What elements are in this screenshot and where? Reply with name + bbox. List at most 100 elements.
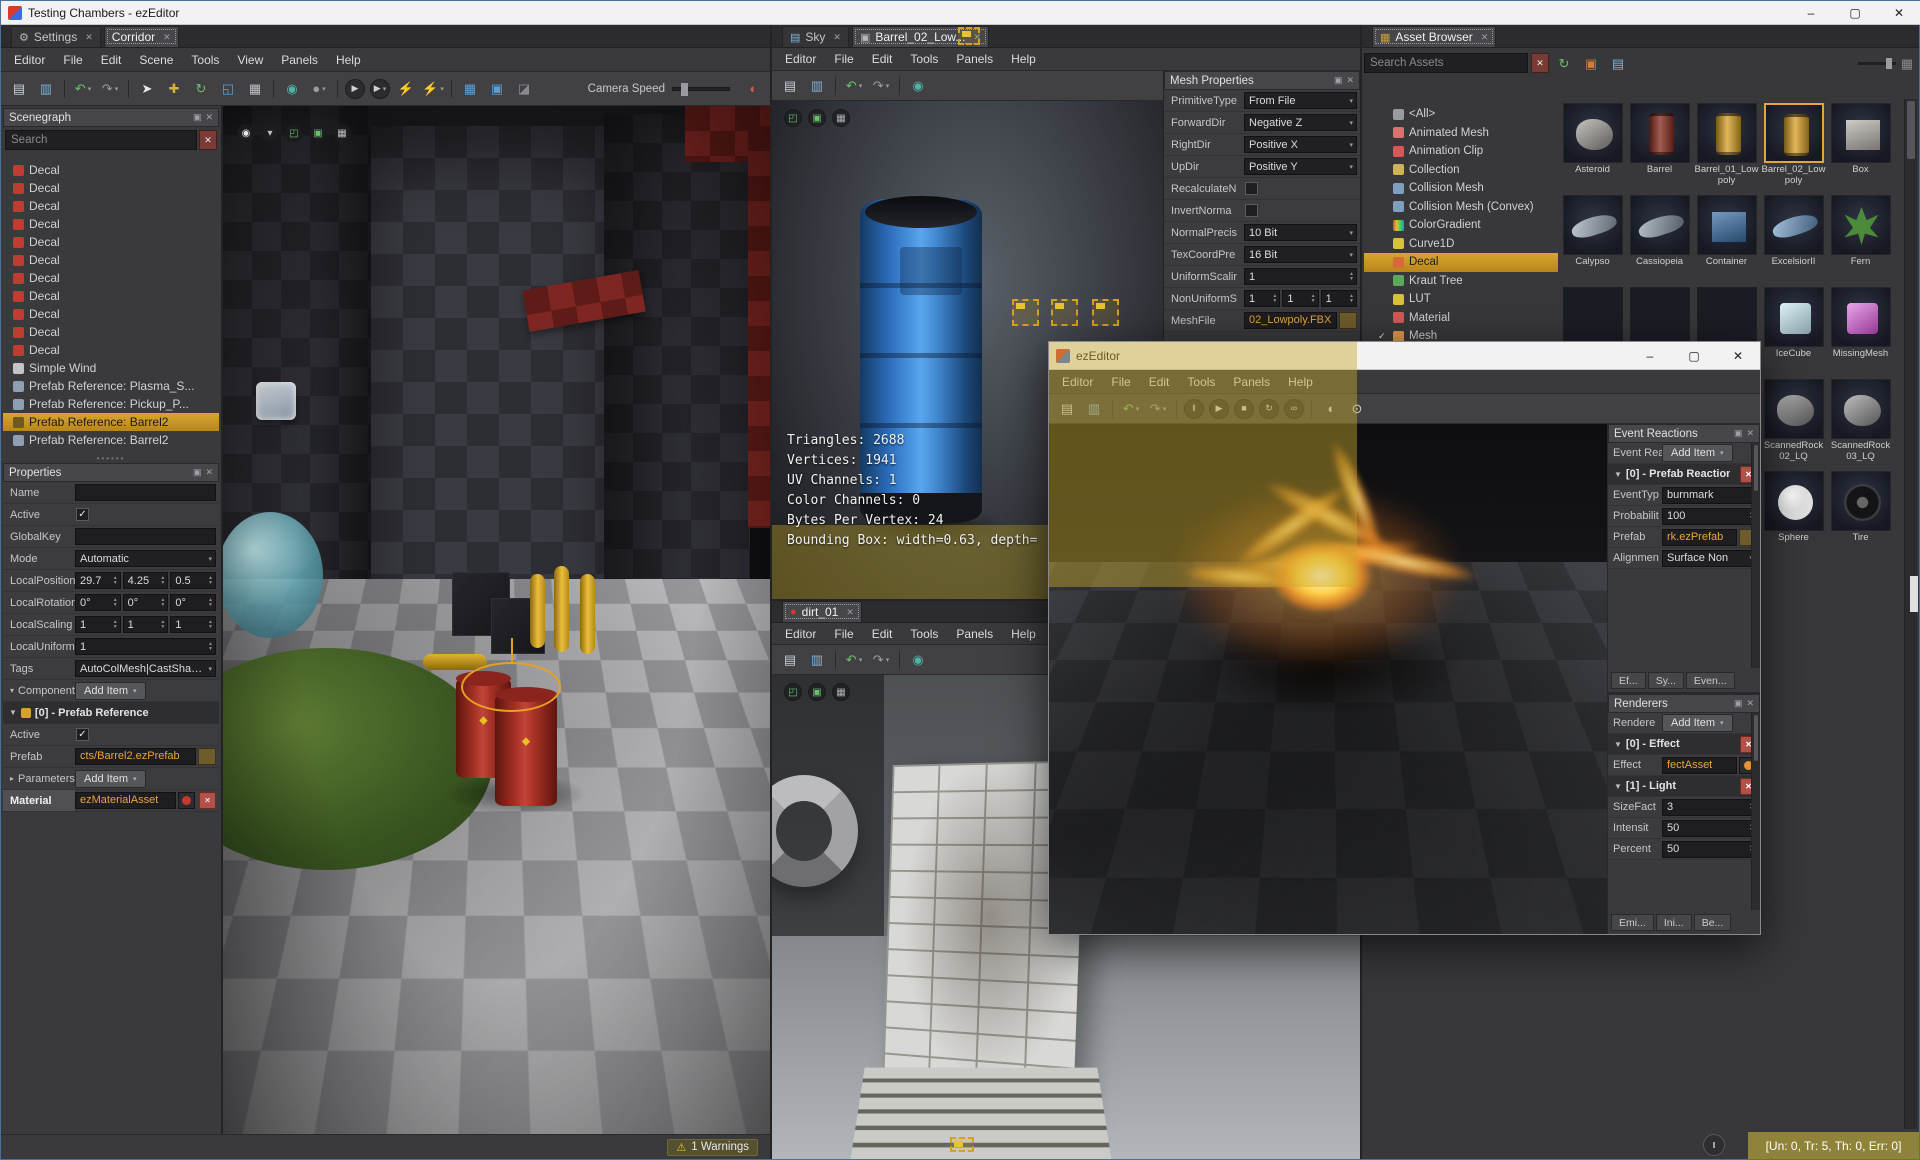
particle-window-titlebar[interactable]: ezEditor – ▢ ✕ xyxy=(1049,342,1760,370)
save-all-icon[interactable]: ▥ xyxy=(805,649,829,671)
ScannedRock03_LQ[interactable]: ScannedRock03_LQ xyxy=(1828,377,1893,469)
close-panel-icon[interactable]: ✕ xyxy=(205,112,213,123)
asset-type-item[interactable]: ✓ Collision Mesh (Convex) xyxy=(1364,198,1558,217)
panel-tab[interactable]: Ini... xyxy=(1655,914,1692,931)
screenshot-icon[interactable]: ▣ xyxy=(808,683,826,701)
speaker-icon[interactable]: ◖ xyxy=(740,78,764,100)
menu-item[interactable]: File xyxy=(825,48,862,70)
number-spinner[interactable]: 1 ▲ ▼ xyxy=(1244,290,1281,307)
panel-tab[interactable]: Be... xyxy=(1693,914,1732,931)
particle-editor-window[interactable]: ezEditor – ▢ ✕ Editor File Edit Tools Panels… xyxy=(1048,341,1761,935)
toolbar-icon[interactable] xyxy=(835,650,836,669)
close-panel-icon[interactable]: ✕ xyxy=(205,467,213,478)
Sphere[interactable]: Sphere xyxy=(1761,469,1826,561)
active-checkbox[interactable]: ✓ xyxy=(76,728,89,741)
ScannedRock02_LQ[interactable]: ScannedRock02_LQ xyxy=(1761,377,1826,469)
float-panel-icon[interactable]: ▣ xyxy=(1734,428,1743,439)
number-spinner[interactable]: 4.25 ▲ ▼ xyxy=(122,572,169,589)
name-input[interactable] xyxy=(75,484,216,501)
refresh-assets-icon[interactable]: ↻ xyxy=(1552,52,1576,74)
menu-item[interactable]: File xyxy=(825,623,862,645)
redo-icon[interactable]: ↷ xyxy=(869,649,893,671)
redo-icon[interactable]: ↷ xyxy=(98,78,122,100)
number-spinner[interactable]: 3▲▼ xyxy=(1662,798,1757,816)
scale-gizmo-icon[interactable]: ◱ xyxy=(216,78,240,100)
toolbar-icon[interactable] xyxy=(128,79,129,98)
spinner-down-icon[interactable]: ▼ xyxy=(1347,276,1356,282)
select-tool-icon[interactable]: ➤ xyxy=(135,78,159,100)
minimize-button[interactable]: – xyxy=(1789,1,1833,24)
scrollbar-thumb[interactable] xyxy=(1907,101,1915,159)
spinner-down-icon[interactable]: ▼ xyxy=(158,580,167,586)
meshfile-asset-value[interactable]: 02_Lowpoly.FBX xyxy=(1244,312,1337,329)
asset-type-item[interactable]: ✓ Collision Mesh xyxy=(1364,179,1558,198)
menu-item[interactable]: File xyxy=(1102,371,1139,393)
add-item-button[interactable]: Add Item ▾ xyxy=(75,769,146,788)
number-spinner[interactable]: 0.5 ▲ ▼ xyxy=(170,572,217,589)
Barrel_01_Lowpoly[interactable]: Barrel_01_Lowpoly xyxy=(1694,101,1759,193)
Asteroid[interactable]: Asteroid xyxy=(1560,101,1625,193)
close-panel-icon[interactable]: ✕ xyxy=(1746,698,1754,709)
spinner-down-icon[interactable]: ▼ xyxy=(1270,298,1279,304)
number-spinner[interactable]: 100▲▼ xyxy=(1662,507,1757,525)
save-all-icon[interactable]: ▥ xyxy=(1082,398,1106,420)
render-mode-icon[interactable]: ● xyxy=(307,78,331,100)
scenegraph-item[interactable]: Prefab Reference: Pickup_P... xyxy=(3,395,219,413)
snap-settings-icon[interactable]: ▦ xyxy=(243,78,267,100)
asset-transform-icon[interactable]: ◉ xyxy=(906,75,930,97)
simulate-icon[interactable]: ⚡ xyxy=(394,78,418,100)
scenegraph-item[interactable]: Decal xyxy=(3,233,219,251)
maximize-button[interactable]: ▢ xyxy=(1833,1,1877,24)
camera-menu-icon[interactable]: ◉ xyxy=(237,124,255,142)
active-checkbox[interactable]: ✓ xyxy=(76,508,89,521)
scenegraph-item[interactable]: Prefab Reference: Barrel2 xyxy=(3,413,219,431)
expand-caret-icon[interactable]: ▼ xyxy=(1614,782,1622,791)
rightdir-dropdown[interactable]: Positive X ▾ xyxy=(1244,136,1357,153)
panel-tab[interactable]: Even... xyxy=(1685,672,1735,689)
float-panel-icon[interactable]: ▣ xyxy=(193,112,202,123)
menu-item[interactable]: Help xyxy=(1279,371,1322,393)
play-game-icon[interactable]: ▶ xyxy=(345,78,365,99)
mode-dropdown[interactable]: Automatic ▾ xyxy=(75,550,216,567)
asset-type-item[interactable]: ✓ Kraut Tree xyxy=(1364,272,1558,291)
screenshot-icon[interactable]: ▣ xyxy=(808,109,826,127)
slider-thumb[interactable] xyxy=(1886,57,1892,69)
number-spinner[interactable]: 29.7 ▲ ▼ xyxy=(75,572,121,589)
Calypso[interactable]: Calypso xyxy=(1560,193,1625,285)
camera-dropdown-icon[interactable]: ▾ xyxy=(261,124,279,142)
panel-scrollbar[interactable] xyxy=(1751,443,1760,668)
clear-search-icon[interactable]: ✕ xyxy=(199,130,217,150)
expand-caret-icon[interactable]: ▼ xyxy=(9,708,17,717)
save-document-icon[interactable]: ▤ xyxy=(1055,398,1079,420)
rotate-gizmo-icon[interactable]: ↻ xyxy=(189,78,213,100)
spinner-down-icon[interactable]: ▼ xyxy=(158,624,167,630)
expand-caret-icon[interactable]: ▼ xyxy=(1614,740,1622,749)
material-asset-value[interactable]: ezMaterialAsset xyxy=(75,792,176,809)
grid-overlay-icon[interactable]: ▦ xyxy=(832,109,850,127)
spinner-down-icon[interactable]: ▼ xyxy=(1309,298,1318,304)
prefab-asset-value[interactable]: cts/Barrel2.ezPrefab xyxy=(75,748,196,765)
number-spinner[interactable]: 0° ▲ ▼ xyxy=(75,594,121,611)
primitivetype-dropdown[interactable]: From File ▾ xyxy=(1244,92,1357,109)
toolbar-icon[interactable] xyxy=(899,76,900,95)
panel-scrollbar[interactable] xyxy=(1751,713,1760,910)
list-view-icon[interactable]: ▤ xyxy=(1606,52,1630,74)
IceCube[interactable]: IceCube xyxy=(1761,285,1826,377)
browse-asset-button[interactable] xyxy=(1339,312,1357,329)
asset-type-item[interactable]: ✓ Curve1D xyxy=(1364,235,1558,254)
scrollbar-thumb[interactable] xyxy=(1754,445,1758,491)
close-button[interactable]: ✕ xyxy=(1716,342,1760,369)
add-item-button[interactable]: Add Item ▾ xyxy=(1662,714,1733,732)
eventtyp-input[interactable]: burnmark xyxy=(1662,486,1757,504)
float-panel-icon[interactable]: ▣ xyxy=(193,467,202,478)
scenegraph-item[interactable]: Decal xyxy=(3,215,219,233)
scenegraph-item[interactable]: Decal xyxy=(3,197,219,215)
MissingMesh[interactable]: MissingMesh xyxy=(1828,285,1893,377)
number-spinner[interactable]: 0° ▲ ▼ xyxy=(170,594,217,611)
stop-icon[interactable]: ■ xyxy=(1234,398,1254,419)
menu-item[interactable]: Editor xyxy=(1053,371,1102,393)
texcoordpre-dropdown[interactable]: 16 Bit ▾ xyxy=(1244,246,1357,263)
scenegraph-item[interactable]: Decal xyxy=(3,251,219,269)
clear-search-icon[interactable]: ✕ xyxy=(1531,53,1549,73)
selection-gizmo[interactable] xyxy=(461,638,561,712)
